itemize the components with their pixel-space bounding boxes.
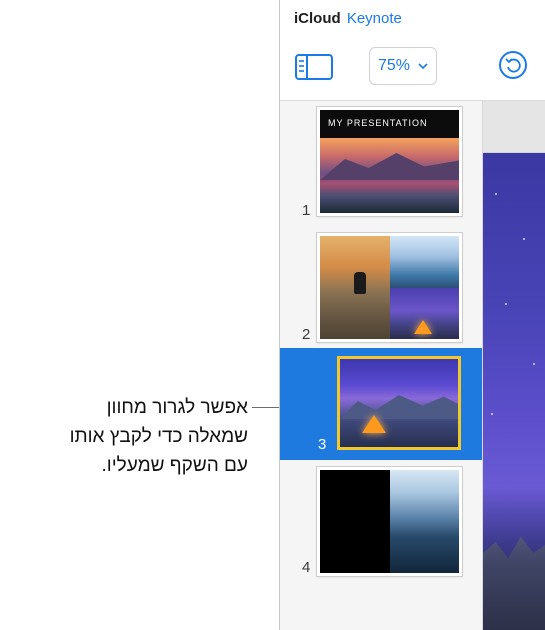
current-slide-image (483, 153, 545, 630)
app-brand: iCloud Keynote (294, 10, 402, 27)
brand-icloud: iCloud (294, 10, 341, 27)
undo-button[interactable] (498, 50, 528, 80)
slide-image (389, 287, 459, 339)
slide-number: 4 (302, 559, 311, 576)
callout-text: אפשר לגרור מחוון שמאלה כדי לקבץ אותו עם … (16, 393, 248, 480)
slide-row-1[interactable]: 1 MY PRESENTATION (280, 101, 482, 223)
zoom-select[interactable]: 75% (369, 47, 437, 85)
callout-line-2: שמאלה כדי לקבץ אותו (69, 426, 248, 447)
callout-line-1: אפשר לגרור מחוון (106, 397, 248, 418)
slide-image (320, 470, 390, 573)
slide-number: 2 (302, 326, 311, 343)
zoom-value: 75% (377, 57, 411, 74)
slide-thumbnail-2[interactable] (317, 233, 462, 342)
slide-row-2[interactable]: 2 (280, 223, 482, 347)
slide-number: 3 (318, 436, 327, 453)
slide-thumbnail-1[interactable]: MY PRESENTATION (317, 107, 462, 216)
chevron-down-icon (418, 63, 428, 69)
brand-app-name[interactable]: Keynote (347, 10, 402, 27)
sidebar-icon (295, 54, 333, 80)
slide-canvas[interactable] (483, 101, 545, 630)
slide-row-3[interactable]: 3 (280, 348, 482, 460)
slide-title: MY PRESENTATION (320, 110, 459, 138)
callout-line-3: עם השקף שמעליו. (101, 455, 248, 476)
slide-navigator: 1 MY PRESENTATION 2 3 4 (280, 101, 483, 630)
keynote-app: iCloud Keynote 75% 1 MY PRESENTATION 2 3… (279, 0, 545, 630)
slide-row-4[interactable]: 4 (280, 460, 482, 580)
slide-image (320, 236, 390, 339)
canvas-background (483, 101, 545, 153)
slide-image (389, 236, 459, 288)
slide-image (320, 138, 459, 212)
slide-image (340, 359, 458, 447)
slide-thumbnail-4[interactable] (317, 467, 462, 576)
undo-icon (499, 51, 527, 79)
slide-thumbnail-3[interactable] (337, 356, 461, 450)
sidebar-toggle-button[interactable] (294, 52, 334, 82)
slide-number: 1 (302, 202, 311, 219)
slide-image (389, 470, 459, 573)
